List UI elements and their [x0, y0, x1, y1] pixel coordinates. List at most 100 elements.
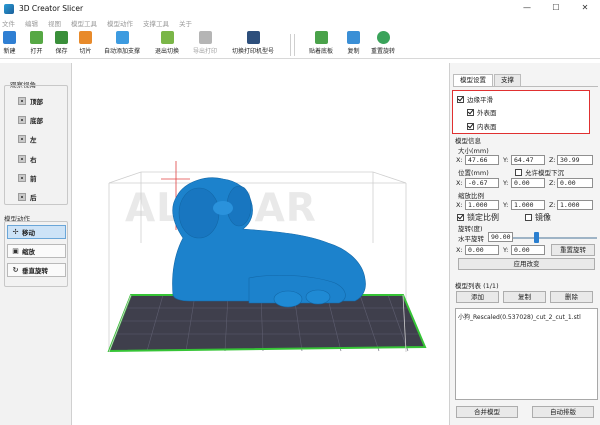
check-icon	[457, 214, 464, 221]
back-view-icon	[18, 193, 26, 201]
size-y-label: Y:	[503, 156, 509, 164]
rotate-slider-handle[interactable]	[534, 232, 539, 243]
menu-edit[interactable]: 编辑	[25, 18, 38, 28]
export-print-button[interactable]: 导出打印	[193, 31, 217, 58]
open-folder-icon	[30, 31, 43, 44]
rot-x-label: X:	[456, 246, 463, 254]
minimize-button[interactable]: —	[516, 2, 538, 14]
new-button[interactable]: 新建	[3, 31, 16, 58]
auto-arrange-button[interactable]: 自动排版	[532, 406, 594, 418]
size-x-field[interactable]: 47.66	[465, 155, 499, 165]
switch-printer-model-button[interactable]: 切换打印机型号	[232, 31, 274, 58]
mirror-checkbox[interactable]: 镜像	[525, 212, 551, 223]
scale-x-field[interactable]: 1.000	[465, 200, 499, 210]
scale-label: 缩放比例	[458, 192, 484, 200]
view-back-button[interactable]: 后	[18, 191, 64, 203]
size-z-label: Z:	[549, 156, 556, 164]
checkbox-empty-icon	[525, 214, 532, 221]
rotate-x-field[interactable]: 0.00	[465, 245, 499, 255]
size-label: 大小(mm)	[458, 147, 489, 155]
inner-surface-checkbox[interactable]: 内表面	[467, 121, 497, 131]
printer-model-icon	[246, 31, 260, 44]
model-list-header: 模型列表 (1/1)	[455, 282, 499, 290]
copy-model-button[interactable]: 复制	[503, 291, 546, 303]
auto-support-button[interactable]: 自动添加支撑	[104, 31, 140, 58]
horizontal-rotate-field[interactable]: 90.00	[488, 232, 513, 242]
tab-divider	[453, 86, 598, 87]
view-left-button[interactable]: 左	[18, 133, 64, 145]
front-view-icon	[18, 174, 26, 182]
toolbar: 新建 打开 保存 切片 自动添加支撑 退出切换 导出打印 切换打印机型号 贴着底…	[0, 30, 600, 59]
model-info-header: 模型信息	[455, 137, 481, 145]
reset-rotation-button[interactable]: 重置旋转	[371, 31, 395, 58]
rotate-y-field[interactable]: 0.00	[511, 245, 545, 255]
slice-button[interactable]: 切片	[79, 31, 92, 58]
vertical-rotate-button[interactable]: ↻ 垂直旋转	[7, 263, 66, 277]
view-top-button[interactable]: 顶部	[18, 95, 64, 107]
size-z-field[interactable]: 30.99	[557, 155, 593, 165]
copy-button[interactable]: 复制	[347, 31, 360, 58]
toolbar-separator	[294, 34, 295, 56]
size-y-field[interactable]: 64.47	[511, 155, 545, 165]
horizontal-rotate-label: 水平旋转	[458, 235, 484, 243]
reset-rotate-button[interactable]: 重置旋转	[551, 244, 595, 256]
apply-changes-button[interactable]: 应用改变	[458, 258, 595, 270]
menu-view[interactable]: 视图	[48, 18, 61, 28]
pos-z-field[interactable]: 0.00	[557, 178, 593, 188]
action-group: ✢ 移动 ▣ 缩放 ↻ 垂直旋转	[4, 221, 68, 287]
tab-bar: 模型设置 支撑	[453, 74, 522, 86]
move-button[interactable]: ✢ 移动	[7, 225, 66, 239]
allow-sink-checkbox[interactable]: 允许模型下沉	[515, 167, 564, 177]
position-label: 位置(mm)	[458, 169, 489, 177]
view-front-button[interactable]: 前	[18, 172, 64, 184]
new-file-icon	[3, 31, 16, 44]
move-icon: ✢	[12, 227, 19, 236]
dog-model[interactable]	[172, 177, 366, 308]
copy-icon	[347, 31, 360, 44]
view-right-button[interactable]: 右	[18, 153, 64, 165]
build-volume-scene	[107, 161, 427, 353]
save-icon	[55, 31, 68, 44]
save-button[interactable]: 保存	[55, 31, 68, 58]
menu-support-tools[interactable]: 支撑工具	[143, 18, 169, 28]
model-list[interactable]: 小狗_Rescaled(0.537028)_cut_2_cut_1.stl	[455, 308, 598, 400]
menu-about[interactable]: 关于	[179, 18, 192, 28]
lock-ratio-checkbox[interactable]: 锁定比例	[457, 212, 499, 223]
rotate-slider-track[interactable]	[513, 237, 597, 239]
scale-z-field[interactable]: 1.000	[557, 200, 593, 210]
view-bottom-button[interactable]: 底部	[18, 114, 64, 126]
rotate-label: 旋转(度)	[458, 225, 483, 233]
outer-surface-checkbox[interactable]: 外表面	[467, 107, 497, 117]
tab-support[interactable]: 支撑	[494, 74, 521, 86]
view-group: 顶部 底部 左 右 前 后	[4, 85, 68, 205]
menu-model-actions[interactable]: 模型动作	[107, 18, 133, 28]
edge-smooth-group: 边缘平滑 外表面 内表面	[452, 90, 590, 134]
menu-file[interactable]: 文件	[2, 18, 15, 28]
exit-switch-button[interactable]: 退出切换	[155, 31, 179, 58]
list-item[interactable]: 小狗_Rescaled(0.537028)_cut_2_cut_1.stl	[458, 312, 581, 321]
lay-flat-icon	[314, 31, 328, 44]
pos-x-field[interactable]: -0.67	[465, 178, 499, 188]
left-view-icon	[18, 135, 26, 143]
menu-model-tools[interactable]: 模型工具	[71, 18, 97, 28]
open-button[interactable]: 打开	[30, 31, 43, 58]
add-model-button[interactable]: 添加	[456, 291, 499, 303]
close-button[interactable]: ✕	[574, 2, 596, 14]
auto-support-icon	[115, 31, 129, 44]
pos-y-field[interactable]: 0.00	[511, 178, 545, 188]
right-view-icon	[18, 155, 26, 163]
title-bar: 3D Creator Slicer — ☐ ✕	[0, 0, 600, 17]
maximize-button[interactable]: ☐	[545, 2, 567, 14]
size-x-label: X:	[456, 156, 463, 164]
edge-smooth-checkbox[interactable]: 边缘平滑	[457, 94, 493, 104]
export-print-icon	[198, 31, 212, 44]
scale-y-field[interactable]: 1.000	[511, 200, 545, 210]
app-logo-icon	[4, 3, 14, 14]
merge-models-button[interactable]: 合并模型	[456, 406, 518, 418]
reset-rotation-icon	[376, 31, 390, 44]
delete-model-button[interactable]: 删除	[550, 291, 593, 303]
tab-model-settings[interactable]: 模型设置	[453, 74, 493, 86]
lay-flat-button[interactable]: 贴着底板	[309, 31, 333, 58]
scale-button[interactable]: ▣ 缩放	[7, 244, 66, 258]
3d-viewport[interactable]: ALOMAR	[73, 63, 448, 425]
